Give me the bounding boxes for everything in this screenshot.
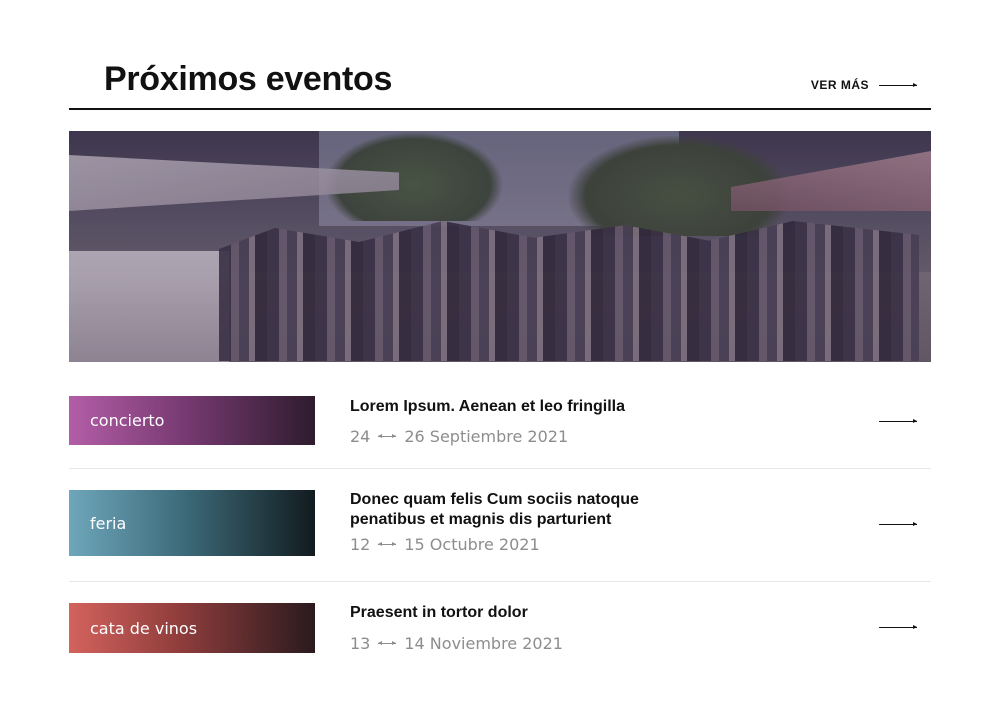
event-item[interactable]: concierto Lorem Ipsum. Aenean et leo fri… [69,375,931,469]
date-range-icon [378,641,397,645]
event-item[interactable]: cata de vinos Praesent in tortor dolor 1… [69,582,931,672]
arrow-right-icon[interactable] [879,522,917,526]
event-date-start: 13 [350,634,371,653]
event-date-start: 24 [350,427,371,446]
event-title[interactable]: Praesent in tortor dolor [350,603,670,623]
event-date-end: 26 Septiembre 2021 [404,427,569,446]
arrow-right-icon[interactable] [879,419,917,423]
hero-image [69,131,931,362]
event-category-tag[interactable]: concierto [69,396,315,445]
event-category-tag[interactable]: feria [69,490,315,556]
date-range-icon [378,434,397,438]
see-more-link[interactable]: VER MÁS [811,78,917,92]
event-category-tag[interactable]: cata de vinos [69,603,315,653]
date-range-icon [378,542,397,546]
event-date-end: 14 Noviembre 2021 [404,634,563,653]
page-title: Próximos eventos [104,60,393,98]
event-item[interactable]: feria Donec quam felis Cum sociis natoqu… [69,469,931,582]
see-more-label: VER MÁS [810,78,869,92]
event-date: 12 15 Octubre 2021 [350,535,540,554]
arrow-right-icon [879,82,917,87]
events-list: concierto Lorem Ipsum. Aenean et leo fri… [69,375,931,672]
arrow-right-icon[interactable] [879,625,917,629]
event-title[interactable]: Donec quam felis Cum sociis natoque pena… [350,490,670,530]
event-date: 13 14 Noviembre 2021 [350,634,563,653]
event-date-start: 12 [350,535,371,554]
event-title[interactable]: Lorem Ipsum. Aenean et leo fringilla [350,397,670,417]
event-date-end: 15 Octubre 2021 [404,535,540,554]
header-divider [69,108,931,110]
event-date: 24 26 Septiembre 2021 [350,427,568,446]
